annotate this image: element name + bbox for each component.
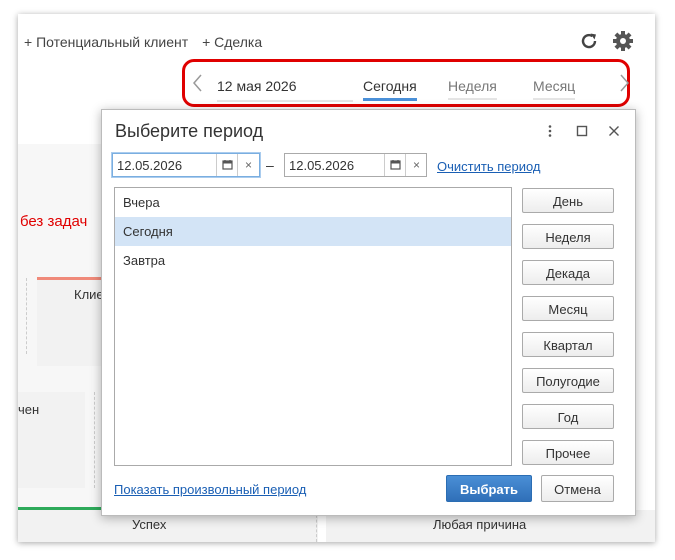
- calendar-icon[interactable]: [384, 154, 406, 176]
- clear-period-link[interactable]: Очистить период: [437, 159, 541, 174]
- period-dialog: Выберите период × – × Очистить период Вч…: [101, 109, 636, 516]
- fragment-label: чен: [18, 402, 40, 417]
- period-list: Вчера Сегодня Завтра: [114, 187, 512, 466]
- year-button[interactable]: Год: [522, 404, 614, 429]
- clear-date-from-icon[interactable]: ×: [237, 154, 259, 176]
- list-item-yesterday[interactable]: Вчера: [115, 188, 511, 217]
- tab-month[interactable]: Месяц: [533, 78, 576, 100]
- chevron-right-icon[interactable]: [617, 72, 631, 94]
- day-button[interactable]: День: [522, 188, 614, 213]
- bg-divider-2: [94, 392, 95, 488]
- maximize-icon[interactable]: [575, 124, 589, 138]
- success-label: Успех: [132, 517, 167, 532]
- any-reason-label: Любая причина: [433, 517, 527, 532]
- date-to-field: ×: [284, 153, 427, 177]
- bg-divider: [26, 278, 27, 354]
- refresh-icon[interactable]: [578, 30, 600, 52]
- gear-icon[interactable]: [612, 30, 634, 52]
- half-year-button[interactable]: Полугодие: [522, 368, 614, 393]
- date-to-input[interactable]: [289, 158, 385, 173]
- chevron-left-icon[interactable]: [191, 72, 205, 94]
- more-vertical-icon[interactable]: [543, 124, 557, 138]
- date-from-input[interactable]: [117, 158, 213, 173]
- date-from-field: ×: [112, 153, 260, 177]
- top-actions: + Потенциальный клиент + Сделка: [24, 34, 272, 50]
- tab-today[interactable]: Сегодня: [363, 78, 417, 101]
- current-date[interactable]: 12 мая 2026: [217, 78, 297, 94]
- select-button[interactable]: Выбрать: [446, 475, 532, 502]
- add-deal-link[interactable]: + Сделка: [202, 34, 262, 50]
- no-tasks-label: без задач: [20, 213, 88, 230]
- close-icon[interactable]: [607, 124, 621, 138]
- cancel-button[interactable]: Отмена: [541, 475, 614, 502]
- range-separator: –: [266, 157, 274, 173]
- period-selector: 12 мая 2026 Сегодня Неделя Месяц: [182, 59, 630, 107]
- list-item-today[interactable]: Сегодня: [115, 217, 511, 246]
- list-item-tomorrow[interactable]: Завтра: [115, 246, 511, 275]
- quarter-button[interactable]: Квартал: [522, 332, 614, 357]
- tab-week[interactable]: Неделя: [448, 78, 497, 100]
- clear-date-to-icon[interactable]: ×: [405, 154, 427, 176]
- week-button[interactable]: Неделя: [522, 224, 614, 249]
- custom-period-link[interactable]: Показать произвольный период: [114, 482, 306, 497]
- decade-button[interactable]: Декада: [522, 260, 614, 285]
- other-button[interactable]: Прочее: [522, 440, 614, 465]
- calendar-icon[interactable]: [216, 154, 238, 176]
- dialog-title: Выберите период: [115, 121, 264, 141]
- month-button[interactable]: Месяц: [522, 296, 614, 321]
- client-fragment: Клие: [74, 287, 104, 302]
- date-underline: [217, 100, 353, 102]
- add-lead-link[interactable]: + Потенциальный клиент: [24, 34, 188, 50]
